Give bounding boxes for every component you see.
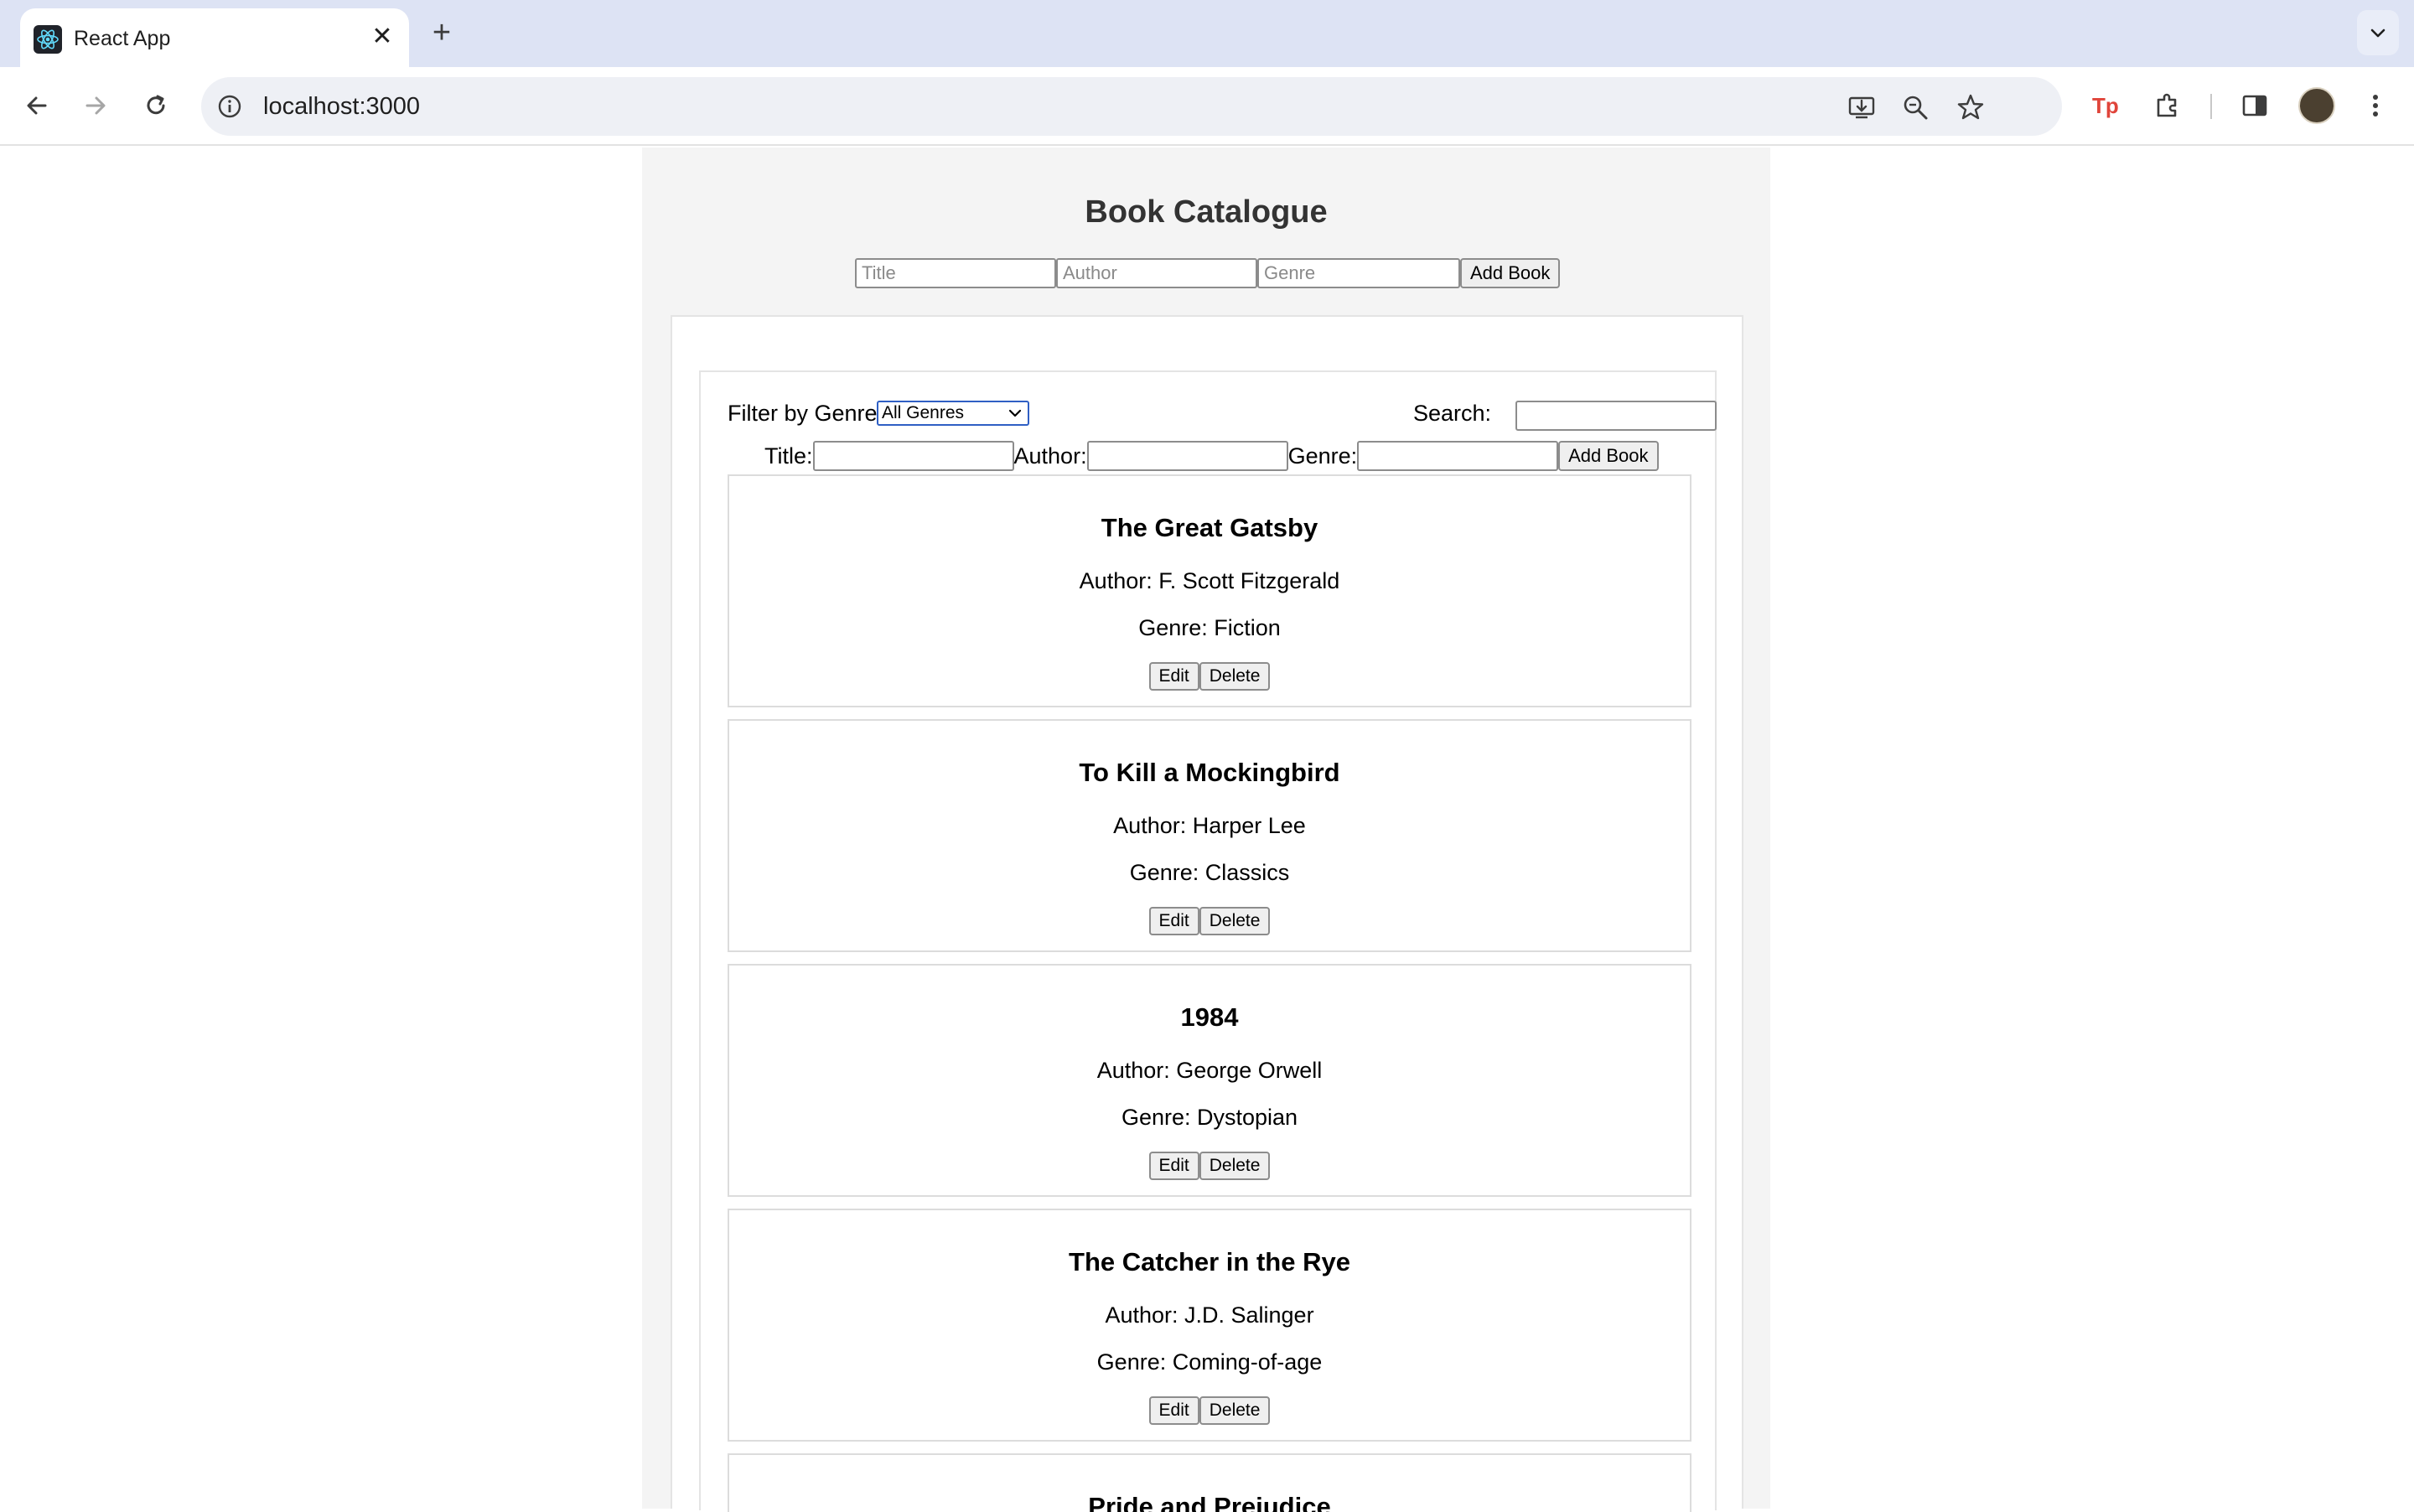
book-author: Author: J.D. Salinger xyxy=(1105,1302,1314,1328)
book-title: To Kill a Mockingbird xyxy=(1079,758,1340,787)
toolbar-divider xyxy=(2210,94,2212,119)
edit-button[interactable]: Edit xyxy=(1148,1152,1199,1180)
title-input[interactable] xyxy=(855,258,1056,288)
zoom-icon[interactable] xyxy=(1899,91,1931,123)
edit-button[interactable]: Edit xyxy=(1148,907,1199,935)
filter-search-row: Filter by Genre: All Genres Search: xyxy=(728,399,1717,431)
book-genre: Genre: Dystopian xyxy=(1121,1105,1298,1130)
book-title: Pride and Prejudice xyxy=(1088,1492,1331,1512)
search-input[interactable] xyxy=(1515,401,1717,431)
tab-title: React App xyxy=(74,27,171,50)
close-tab-icon[interactable]: ✕ xyxy=(367,22,397,52)
book-actions: Edit Delete xyxy=(729,907,1690,935)
svg-text:Tp: Tp xyxy=(2092,93,2119,118)
catalogue-panel: Filter by Genre: All Genres Search: Titl… xyxy=(671,315,1743,1512)
book-card: The Catcher in the Rye Author: J.D. Sali… xyxy=(728,1209,1691,1442)
book-card: The Great Gatsby Author: F. Scott Fitzge… xyxy=(728,474,1691,707)
chevron-down-icon xyxy=(1008,409,1022,417)
forward-button[interactable] xyxy=(75,85,116,126)
address-bar[interactable]: localhost:3000 xyxy=(201,77,2062,136)
new-tab-button[interactable]: + xyxy=(424,15,459,50)
book-genre: Genre: Classics xyxy=(1129,860,1290,885)
genre-field[interactable] xyxy=(1357,441,1559,471)
browser-tab-strip: React App ✕ + xyxy=(0,0,2414,67)
filter-label: Filter by Genre: xyxy=(728,401,884,426)
arrow-left-icon xyxy=(27,96,47,115)
author-label: Author: xyxy=(1013,443,1087,469)
reload-icon xyxy=(147,95,165,115)
book-card: Pride and Prejudice xyxy=(728,1453,1691,1512)
edit-button[interactable]: Edit xyxy=(1148,1396,1199,1425)
install-app-icon[interactable] xyxy=(1846,91,1878,123)
delete-button[interactable]: Delete xyxy=(1199,1396,1271,1425)
search-label: Search: xyxy=(1413,401,1492,426)
author-field[interactable] xyxy=(1086,441,1288,471)
browser-toolbar: localhost:3000 Tp xyxy=(0,67,2414,146)
back-button[interactable] xyxy=(17,85,57,126)
delete-button[interactable]: Delete xyxy=(1199,662,1271,691)
bookmark-star-icon[interactable] xyxy=(1955,91,1987,123)
arrow-right-icon xyxy=(85,96,106,115)
book-actions: Edit Delete xyxy=(729,1396,1690,1425)
title-label: Title: xyxy=(764,443,813,469)
tab-search-button[interactable] xyxy=(2357,10,2399,55)
add-book-submit-button[interactable]: Add Book xyxy=(1558,441,1659,471)
author-input[interactable] xyxy=(1056,258,1257,288)
book-list-panel: Filter by Genre: All Genres Search: Titl… xyxy=(699,370,1717,1512)
book-card: 1984 Author: George Orwell Genre: Dystop… xyxy=(728,964,1691,1197)
book-author: Author: Harper Lee xyxy=(1113,813,1306,838)
book-title: 1984 xyxy=(1180,1002,1239,1032)
title-field[interactable] xyxy=(812,441,1014,471)
page-viewport: Book Catalogue Add Book Filter by Genre:… xyxy=(0,148,2414,1512)
url-text: localhost:3000 xyxy=(263,93,421,120)
browser-menu-icon[interactable] xyxy=(2355,85,2396,126)
page-title: Book Catalogue xyxy=(1085,194,1328,230)
book-actions: Edit Delete xyxy=(729,662,1690,691)
extensions-puzzle-icon[interactable] xyxy=(2147,85,2188,126)
add-book-form: Title: Author: Genre: Add Book xyxy=(764,441,1659,471)
side-panel-icon[interactable] xyxy=(2235,85,2275,126)
book-actions: Edit Delete xyxy=(729,1152,1690,1180)
react-logo-icon xyxy=(34,25,62,54)
genre-filter-select[interactable]: All Genres xyxy=(877,401,1029,426)
book-genre: Genre: Fiction xyxy=(1138,615,1281,640)
top-add-book-form: Add Book xyxy=(855,258,1561,288)
edit-button[interactable]: Edit xyxy=(1148,662,1199,691)
book-title: The Catcher in the Rye xyxy=(1069,1247,1350,1276)
browser-tab[interactable]: React App ✕ xyxy=(20,8,409,67)
book-genre: Genre: Coming-of-age xyxy=(1096,1349,1323,1375)
book-title: The Great Gatsby xyxy=(1101,513,1318,542)
book-catalogue-app: Book Catalogue Add Book Filter by Genre:… xyxy=(642,148,1770,1512)
delete-button[interactable]: Delete xyxy=(1199,907,1271,935)
reload-button[interactable] xyxy=(136,85,176,126)
profile-avatar[interactable] xyxy=(2298,87,2335,124)
genre-filter-value: All Genres xyxy=(882,403,965,422)
extension-tp-icon[interactable]: Tp xyxy=(2085,85,2126,126)
genre-input[interactable] xyxy=(1257,258,1460,288)
chevron-down-icon xyxy=(2370,28,2386,38)
book-author: Author: George Orwell xyxy=(1096,1058,1323,1083)
book-author: Author: F. Scott Fitzgerald xyxy=(1079,568,1340,593)
genre-label: Genre: xyxy=(1287,443,1358,469)
book-card: To Kill a Mockingbird Author: Harper Lee… xyxy=(728,719,1691,952)
delete-button[interactable]: Delete xyxy=(1199,1152,1271,1180)
add-book-button[interactable]: Add Book xyxy=(1460,258,1561,288)
site-info-icon[interactable] xyxy=(215,91,245,122)
